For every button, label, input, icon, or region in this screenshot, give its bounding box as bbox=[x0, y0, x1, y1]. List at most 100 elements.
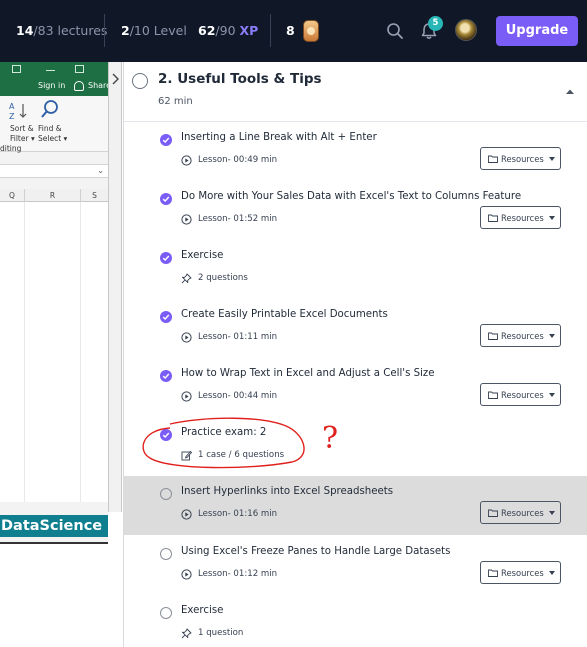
find-select-icon[interactable] bbox=[39, 98, 61, 120]
xp-total: /90 bbox=[215, 23, 236, 38]
level-progress: 2/10 Level bbox=[121, 22, 187, 40]
lecture-row[interactable]: Exercise 1 question bbox=[124, 595, 587, 647]
play-circle-icon bbox=[181, 391, 192, 402]
pin-icon bbox=[181, 273, 192, 284]
lecture-title[interactable]: Exercise bbox=[181, 250, 223, 261]
folder-icon bbox=[488, 391, 498, 399]
level-total-label: /10 Level bbox=[129, 23, 187, 38]
formula-bar[interactable]: ⌄ bbox=[0, 164, 108, 178]
excel-window-fragment: Sign in Share A Z Sort & Filter ▾ Find &… bbox=[0, 62, 108, 647]
resources-dropdown-button[interactable]: Resources bbox=[480, 383, 561, 406]
caret-down-icon bbox=[549, 334, 555, 338]
excel-lower-area bbox=[0, 542, 108, 647]
formula-bar-expand-icon[interactable]: ⌄ bbox=[97, 166, 104, 175]
lecture-row[interactable]: Exercise 2 questions bbox=[124, 240, 587, 299]
svg-text:Z: Z bbox=[9, 112, 15, 120]
chevron-up-icon[interactable] bbox=[566, 88, 574, 96]
find-select-label-1[interactable]: Find & bbox=[38, 124, 62, 133]
resources-dropdown-button[interactable]: Resources bbox=[480, 324, 561, 347]
lecture-row[interactable]: Practice exam: 2 1 case / 6 questions bbox=[124, 417, 587, 476]
notification-badge: 5 bbox=[428, 16, 443, 31]
completed-check-icon[interactable] bbox=[160, 134, 172, 146]
resources-dropdown-button[interactable]: Resources bbox=[480, 561, 561, 584]
chevron-right-icon[interactable] bbox=[110, 72, 120, 86]
svg-text:A: A bbox=[9, 102, 15, 111]
share-icon[interactable] bbox=[74, 81, 84, 91]
folder-icon bbox=[488, 155, 498, 163]
incomplete-circle-icon[interactable] bbox=[160, 488, 172, 500]
edit-icon bbox=[181, 450, 192, 461]
upgrade-button[interactable]: Upgrade bbox=[496, 16, 578, 46]
play-circle-icon bbox=[181, 214, 192, 225]
incomplete-circle-icon[interactable] bbox=[160, 607, 172, 619]
lecture-row[interactable]: Inserting a Line Break with Alt + Enter L… bbox=[124, 122, 587, 181]
section-header[interactable]: 2. Useful Tools & Tips 62 min bbox=[124, 62, 587, 122]
lecture-title[interactable]: Using Excel's Freeze Panes to Handle Lar… bbox=[181, 546, 451, 557]
find-select-label-2[interactable]: Select ▾ bbox=[38, 134, 67, 143]
lecture-title[interactable]: Practice exam: 2 bbox=[181, 427, 266, 438]
lecture-row[interactable]: Insert Hyperlinks into Excel Spreadsheet… bbox=[124, 476, 587, 535]
completed-check-icon[interactable] bbox=[160, 370, 172, 382]
spreadsheet-grid[interactable] bbox=[0, 202, 108, 502]
folder-icon bbox=[488, 332, 498, 340]
lecture-meta: Lesson- 01:11 min bbox=[198, 332, 278, 342]
maximize-icon[interactable] bbox=[75, 65, 84, 73]
excel-title-bar bbox=[0, 62, 108, 78]
excel-vertical-scrollbar[interactable] bbox=[108, 62, 122, 512]
xp-current: 62 bbox=[198, 23, 216, 38]
lecture-title[interactable]: Create Easily Printable Excel Documents bbox=[181, 309, 388, 320]
completed-check-icon[interactable] bbox=[160, 311, 172, 323]
excel-ribbon: A Z Sort & Filter ▾ Find & Select ▾ diti… bbox=[0, 96, 108, 153]
folder-icon bbox=[488, 214, 498, 222]
completed-check-icon[interactable] bbox=[160, 193, 172, 205]
coin-count-value: 8 bbox=[286, 23, 295, 38]
incomplete-circle-icon[interactable] bbox=[160, 548, 172, 560]
lecture-meta: 1 question bbox=[198, 628, 244, 638]
lecture-title[interactable]: Insert Hyperlinks into Excel Spreadsheet… bbox=[181, 486, 393, 497]
share-button[interactable]: Share bbox=[88, 81, 108, 90]
resources-dropdown-button[interactable]: Resources bbox=[480, 147, 561, 170]
divider bbox=[104, 14, 105, 47]
lecture-title[interactable]: How to Wrap Text in Excel and Adjust a C… bbox=[181, 368, 435, 379]
resources-dropdown-button[interactable]: Resources bbox=[480, 206, 561, 229]
search-icon[interactable] bbox=[386, 22, 404, 40]
pin-icon bbox=[181, 628, 192, 639]
lecture-row[interactable]: Create Easily Printable Excel Documents L… bbox=[124, 299, 587, 358]
lecture-row[interactable]: Do More with Your Sales Data with Excel'… bbox=[124, 181, 587, 240]
section-duration: 62 min bbox=[158, 96, 193, 107]
sort-filter-icon[interactable]: A Z bbox=[9, 100, 31, 120]
avatar[interactable] bbox=[455, 19, 477, 41]
sort-filter-label-2[interactable]: Filter ▾ bbox=[10, 134, 35, 143]
xp-progress: 62/90 XP bbox=[198, 22, 258, 40]
lectures-progress: 14/83 lectures bbox=[16, 22, 107, 40]
folder-icon bbox=[488, 569, 498, 577]
completed-check-icon[interactable] bbox=[160, 252, 172, 264]
lecture-title[interactable]: Inserting a Line Break with Alt + Enter bbox=[181, 132, 377, 143]
caret-down-icon bbox=[549, 157, 555, 161]
minimize-icon[interactable] bbox=[46, 70, 55, 71]
caret-down-icon bbox=[549, 216, 555, 220]
lectures-done-count: 14 bbox=[16, 23, 34, 38]
lecture-meta: Lesson- 00:44 min bbox=[198, 391, 278, 401]
datascience-banner: DataScience bbox=[0, 515, 108, 537]
lecture-row[interactable]: Using Excel's Freeze Panes to Handle Lar… bbox=[124, 536, 587, 595]
resources-dropdown-button[interactable]: Resources bbox=[480, 501, 561, 524]
completed-check-icon[interactable] bbox=[160, 429, 172, 441]
coin-count: 8 bbox=[286, 22, 295, 40]
lecture-title[interactable]: Exercise bbox=[181, 605, 223, 616]
lectures-total-label: /83 lectures bbox=[33, 23, 108, 38]
column-header[interactable]: Q bbox=[0, 189, 24, 202]
sort-filter-label-1[interactable]: Sort & bbox=[10, 124, 34, 133]
lecture-row[interactable]: How to Wrap Text in Excel and Adjust a C… bbox=[124, 358, 587, 417]
ribbon-display-icon[interactable] bbox=[12, 65, 21, 73]
caret-down-icon bbox=[549, 571, 555, 575]
column-header[interactable]: R bbox=[24, 189, 80, 202]
lecture-title[interactable]: Do More with Your Sales Data with Excel'… bbox=[181, 191, 521, 202]
sign-in-link[interactable]: Sign in bbox=[38, 81, 65, 90]
section-status-circle bbox=[132, 73, 148, 89]
play-circle-icon bbox=[181, 569, 192, 580]
grid-line bbox=[80, 202, 81, 502]
divider bbox=[270, 14, 271, 47]
top-bar: 14/83 lectures 2/10 Level 62/90 XP 8 5 U… bbox=[0, 0, 587, 62]
column-header[interactable]: S bbox=[80, 189, 108, 202]
